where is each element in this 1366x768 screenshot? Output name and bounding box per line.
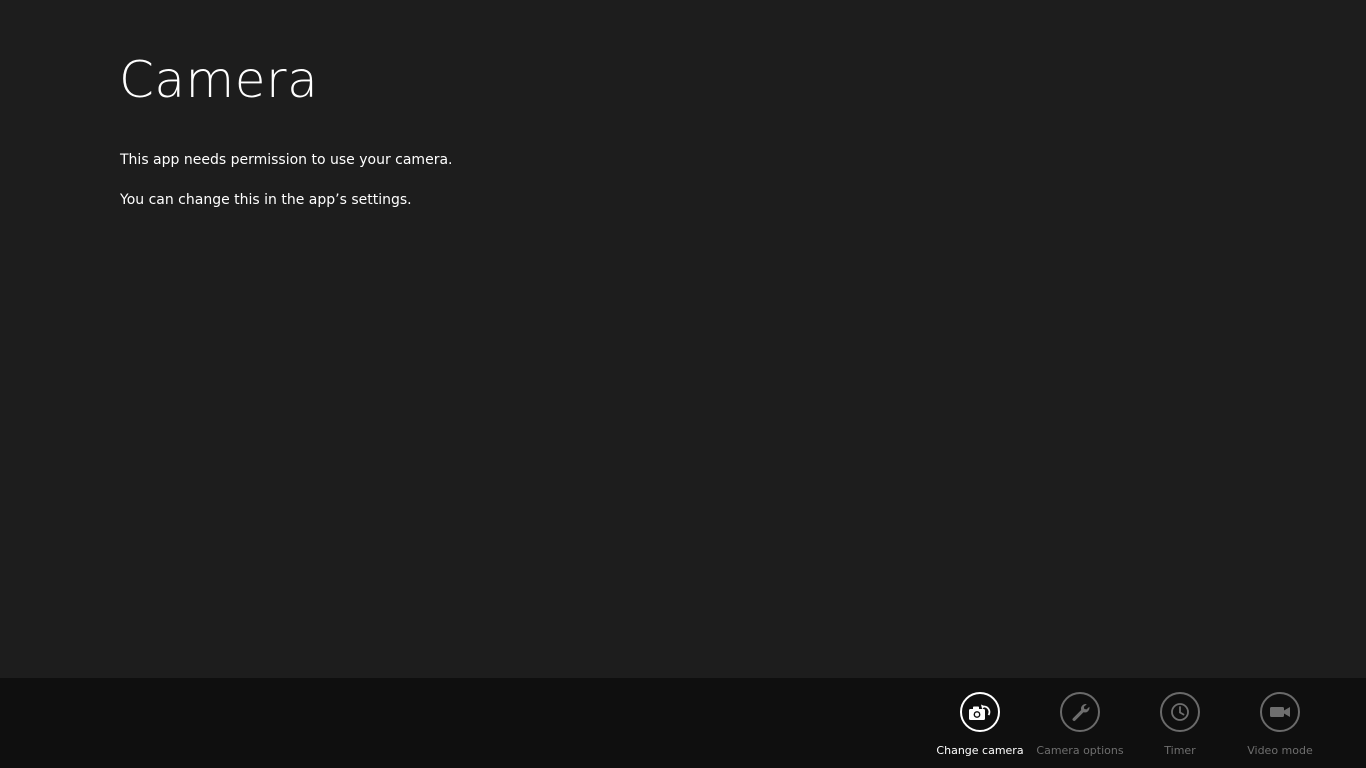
settings-hint-message: You can change this in the app’s setting… (120, 192, 412, 208)
wrench-icon (1072, 704, 1090, 721)
clock-icon (1171, 703, 1189, 721)
video-camera-icon (1270, 707, 1290, 717)
change-camera-button[interactable]: Change camera (930, 692, 1030, 762)
camera-app: Camera This app needs permission to use … (0, 0, 1366, 768)
timer-circle (1160, 692, 1200, 732)
video-mode-label: Video mode (1247, 744, 1313, 757)
timer-label: Timer (1164, 744, 1196, 757)
page-title: Camera (119, 51, 319, 109)
app-bar: Change camera Camera options Timer Video… (0, 678, 1366, 768)
timer-button[interactable]: Timer (1130, 692, 1230, 762)
change-camera-label: Change camera (936, 744, 1024, 757)
change-camera-circle (960, 692, 1000, 732)
camera-switch-icon (969, 704, 991, 720)
camera-options-circle (1060, 692, 1100, 732)
permission-message: This app needs permission to use your ca… (120, 152, 453, 168)
video-mode-button[interactable]: Video mode (1230, 692, 1330, 762)
camera-options-label: Camera options (1036, 744, 1124, 757)
video-mode-circle (1260, 692, 1300, 732)
camera-options-button[interactable]: Camera options (1030, 692, 1130, 762)
